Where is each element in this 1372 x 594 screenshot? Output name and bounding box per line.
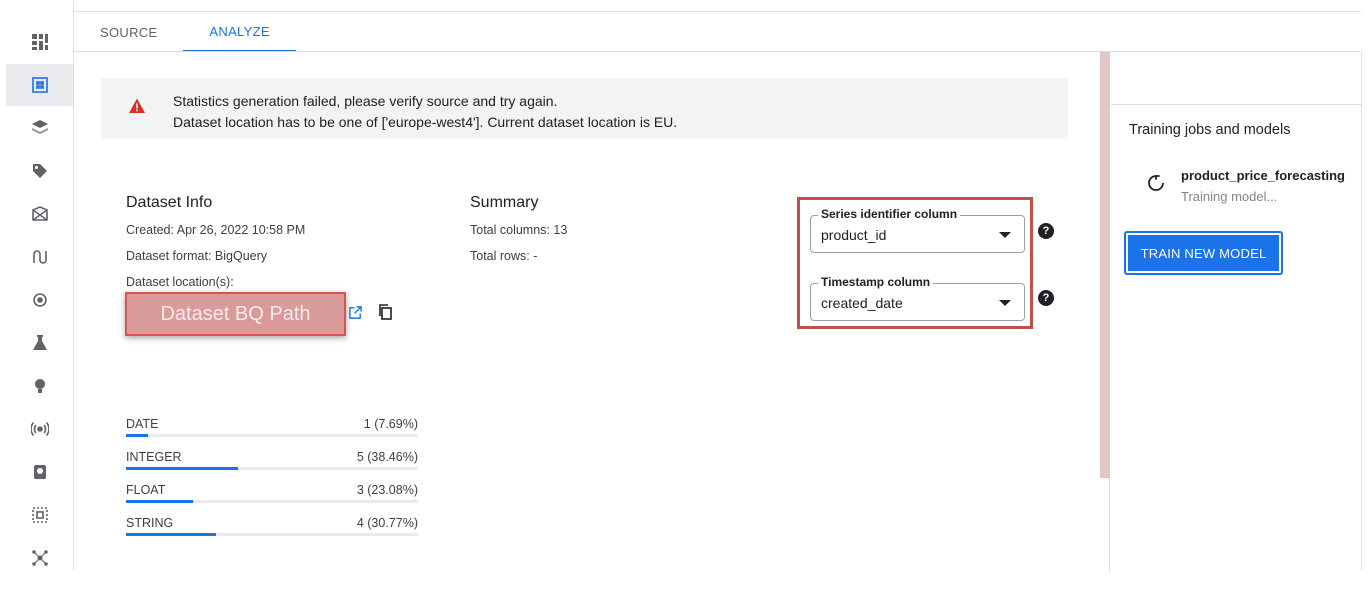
experiments-icon[interactable]: [6, 322, 73, 364]
dataset-format: Dataset format: BigQuery: [126, 249, 268, 263]
metadata-icon[interactable]: [6, 494, 73, 536]
column-type-label: STRING: [126, 516, 174, 530]
tabs-divider: [74, 51, 1361, 52]
features-icon[interactable]: [6, 107, 73, 149]
matching-icon[interactable]: [6, 537, 73, 579]
error-message: Statistics generation failed, please ver…: [173, 91, 677, 133]
column-type-value: 3 (23.08%): [356, 483, 418, 497]
column-type-track: [126, 467, 418, 470]
series-identifier-label: Series identifier column: [818, 207, 961, 221]
open-in-new-icon[interactable]: [348, 305, 363, 320]
error-banner: Statistics generation failed, please ver…: [101, 78, 1068, 139]
help-icon[interactable]: ?: [1038, 223, 1054, 239]
column-type-row: FLOAT 3 (23.08%): [126, 483, 418, 507]
summary-total-columns: Total columns: 13: [470, 223, 568, 237]
train-new-model-label: TRAIN NEW MODEL: [1128, 235, 1279, 271]
datasets-icon[interactable]: [6, 64, 73, 106]
column-type-fill: [126, 467, 239, 470]
summary-title: Summary: [470, 194, 539, 211]
left-nav-rail: [0, 0, 74, 570]
dropdown-arrow-icon: [999, 300, 1011, 306]
help-icon[interactable]: ?: [1038, 290, 1054, 306]
series-identifier-value: product_id: [821, 227, 887, 243]
models-icon[interactable]: [6, 365, 73, 407]
dataset-created: Created: Apr 26, 2022 10:58 PM: [126, 223, 306, 237]
tab-bar: SOURCE ANALYZE: [74, 12, 296, 52]
training-icon[interactable]: [6, 279, 73, 321]
summary-total-rows: Total rows: -: [470, 249, 538, 263]
copy-icon[interactable]: [377, 304, 393, 320]
training-jobs-title: Training jobs and models: [1129, 122, 1291, 138]
pipelines-icon[interactable]: [6, 236, 73, 278]
tab-analyze[interactable]: ANALYZE: [183, 12, 296, 52]
labeling-icon[interactable]: [6, 150, 73, 192]
job-status: Training model...: [1181, 189, 1278, 204]
error-line-2: Dataset location has to be one of ['euro…: [173, 114, 678, 130]
timestamp-column-value: created_date: [821, 295, 903, 311]
loading-spinner-icon: [1148, 175, 1164, 191]
warning-icon: [129, 98, 145, 113]
column-type-track: [126, 500, 418, 503]
right-panel-border: [1361, 52, 1362, 570]
column-type-label: INTEGER: [126, 450, 182, 464]
series-identifier-select[interactable]: Series identifier column product_id: [810, 207, 1025, 253]
workbench-icon[interactable]: [6, 193, 73, 235]
column-type-track: [126, 434, 418, 437]
column-type-fill: [126, 434, 149, 437]
dataset-info-title: Dataset Info: [126, 194, 213, 211]
column-type-fill: [126, 533, 216, 536]
tab-source[interactable]: SOURCE: [74, 12, 183, 52]
dataset-location-label: Dataset location(s):: [126, 275, 234, 289]
column-type-row: DATE 1 (7.69%): [126, 417, 418, 441]
column-type-value: 5 (38.46%): [356, 450, 418, 464]
right-panel-divider: [1111, 104, 1361, 105]
column-type-label: FLOAT: [126, 483, 166, 497]
column-type-row: STRING 4 (30.77%): [126, 516, 418, 540]
column-type-value: 1 (7.69%): [363, 417, 418, 431]
error-line-1: Statistics generation failed, please ver…: [173, 93, 558, 109]
batch-icon[interactable]: [6, 451, 73, 493]
timestamp-column-label: Timestamp column: [818, 275, 934, 289]
job-name[interactable]: product_price_forecasting: [1181, 168, 1345, 183]
column-type-value: 4 (30.77%): [356, 516, 418, 530]
timestamp-column-select[interactable]: Timestamp column created_date: [810, 275, 1025, 321]
endpoints-icon[interactable]: [6, 408, 73, 450]
column-type-track: [126, 533, 418, 536]
column-type-row: INTEGER 5 (38.46%): [126, 450, 418, 474]
train-new-model-button[interactable]: TRAIN NEW MODEL: [1124, 231, 1283, 275]
column-type-fill: [126, 500, 194, 503]
scrollbar-thumb[interactable]: [1100, 52, 1110, 478]
dashboard-icon[interactable]: [6, 21, 73, 63]
column-type-label: DATE: [126, 417, 159, 431]
dropdown-arrow-icon: [999, 232, 1011, 238]
dataset-bq-path[interactable]: Dataset BQ Path: [125, 292, 346, 336]
